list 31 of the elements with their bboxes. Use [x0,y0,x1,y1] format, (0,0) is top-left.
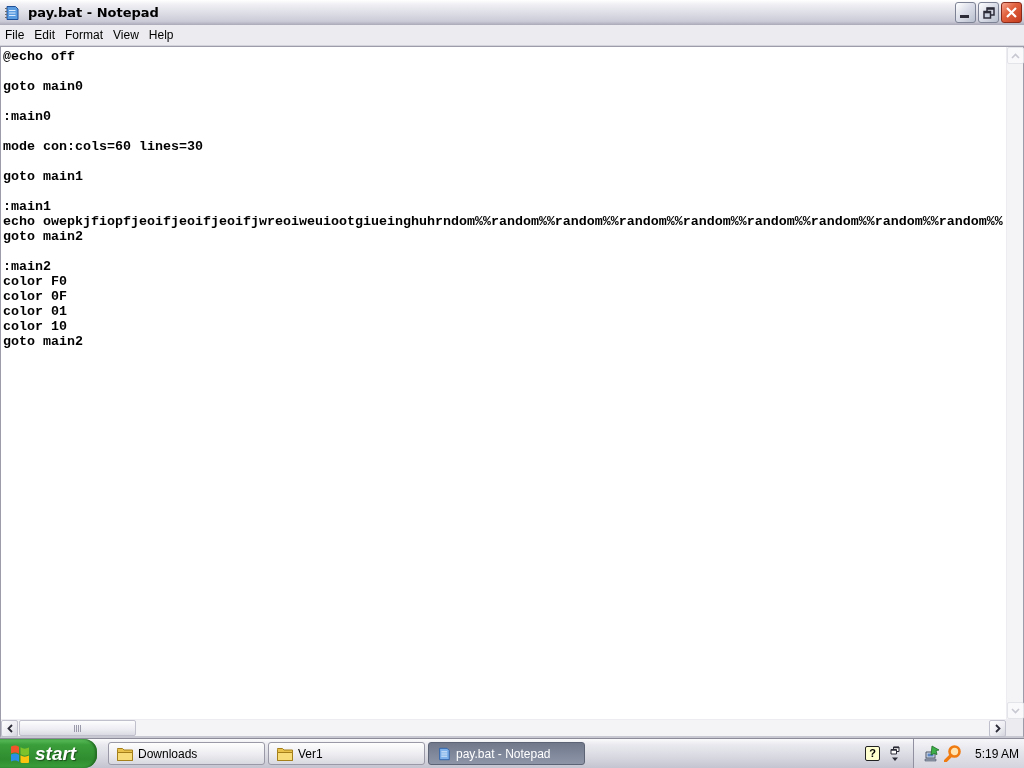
close-button[interactable] [1001,2,1022,23]
folder-icon [117,746,133,761]
minimize-icon [959,15,969,18]
horizontal-scrollbar[interactable] [1,719,1006,736]
stacked-windows-icon[interactable] [890,745,900,762]
folder-icon [277,746,293,761]
network-icon[interactable] [924,745,941,762]
taskbar-button[interactable]: Ver1 [268,742,425,765]
taskbar-button[interactable]: Downloads [108,742,265,765]
text-area[interactable]: @echo off goto main0 :main0 mode con:cols=60 lines=30 goto main1 :main1 echo owepkjfiopfjeoifjeoifjeoifjwreoiweuiootgiueinghuhrndom%%random%%random%%random%%random%%random%%random%%random%%random%% goto main2 :main2 color F0 color 0F color 01 color 10 goto main2 [1,47,1006,719]
notepad-icon [437,745,451,762]
menu-item[interactable]: View [108,26,144,44]
clock: 5:19 AM [975,746,1020,761]
notepad-icon[interactable] [4,4,20,21]
restore-icon [982,6,995,19]
minimize-button[interactable] [955,2,976,23]
scroll-thumb[interactable] [19,720,136,736]
taskbar-button[interactable]: pay.bat - Notepad [428,742,585,765]
menu-item[interactable]: Edit [29,26,61,44]
windows-flag-icon [10,744,30,763]
menu-item[interactable]: File [0,26,30,44]
help-icon[interactable]: ? [865,746,880,761]
start-button[interactable]: start [0,739,97,768]
close-icon [1006,7,1017,18]
menu-item[interactable]: Format [60,26,109,44]
scroll-right-button[interactable] [989,720,1006,737]
restore-button[interactable] [978,2,999,23]
window-title: pay.bat - Notepad [28,5,160,20]
scroll-left-button[interactable] [1,720,18,737]
menu-item[interactable]: Help [143,26,179,44]
grip-icon [74,724,81,732]
